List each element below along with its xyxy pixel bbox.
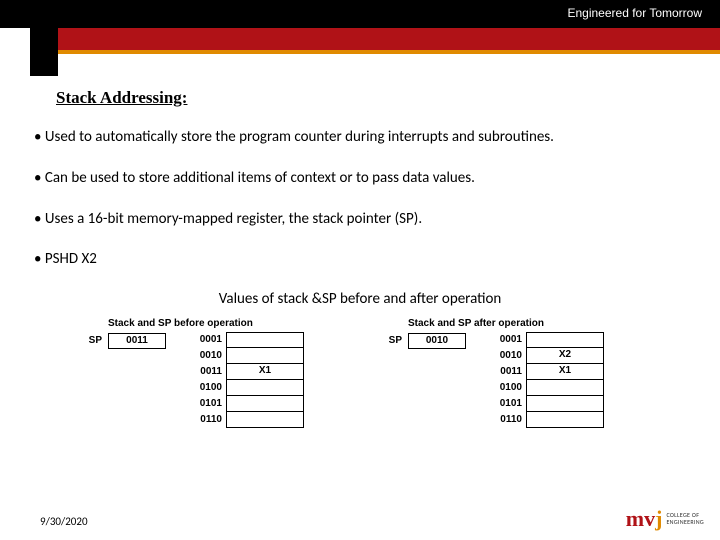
bullet-item: • Used to automatically store the progra… xyxy=(34,128,694,147)
mem-cell: X2 xyxy=(526,348,604,364)
after-side: Stack and SP after operation SP 0010 000… xyxy=(360,318,660,349)
bullet-item: • Uses a 16-bit memory-mapped register, … xyxy=(34,210,694,229)
after-title: Stack and SP after operation xyxy=(408,318,660,329)
memory-table-before: 0001 0010 0011X1 0100 0101 0110 xyxy=(190,332,304,428)
sp-box: 0010 xyxy=(408,333,466,349)
bullet-item: • Can be used to store additional items … xyxy=(34,169,694,188)
mem-cell xyxy=(526,412,604,428)
mem-cell xyxy=(226,412,304,428)
slide-date: 9/30/2020 xyxy=(40,515,88,528)
mem-cell xyxy=(226,332,304,348)
mem-cell xyxy=(226,380,304,396)
mem-addr: 0001 xyxy=(190,332,226,348)
header-red-bar xyxy=(30,28,720,50)
mem-cell xyxy=(526,332,604,348)
mem-addr: 0101 xyxy=(490,396,526,412)
mem-cell: X1 xyxy=(526,364,604,380)
slide-title: Stack Addressing: xyxy=(56,88,187,108)
logo-text: COLLEGE OFENGINEERING xyxy=(666,512,704,525)
mem-cell xyxy=(526,380,604,396)
mem-addr: 0010 xyxy=(490,348,526,364)
mem-addr: 0100 xyxy=(190,380,226,396)
mem-addr: 0100 xyxy=(490,380,526,396)
slide: Engineered for Tomorrow Stack Addressing… xyxy=(0,0,720,540)
logo: mvj COLLEGE OFENGINEERING xyxy=(626,506,704,532)
tagline: Engineered for Tomorrow xyxy=(567,6,702,20)
mem-cell: X1 xyxy=(226,364,304,380)
memory-table-after: 0001 0010X2 0011X1 0100 0101 0110 xyxy=(490,332,604,428)
header-orange-bar xyxy=(30,50,720,54)
bullet-list: • Used to automatically store the progra… xyxy=(34,128,694,291)
sp-label: SP xyxy=(360,333,408,346)
header-black-tab xyxy=(30,28,58,76)
mem-cell xyxy=(526,396,604,412)
mem-cell xyxy=(226,396,304,412)
sp-box: 0011 xyxy=(108,333,166,349)
before-side: Stack and SP before operation SP 0011 00… xyxy=(60,318,360,349)
bullet-item: • PSHD X2 xyxy=(34,250,694,269)
mem-addr: 0110 xyxy=(490,412,526,428)
diagram-caption: Values of stack &SP before and after ope… xyxy=(0,290,720,308)
mem-addr: 0001 xyxy=(490,332,526,348)
sp-label: SP xyxy=(60,333,108,346)
before-title: Stack and SP before operation xyxy=(108,318,360,329)
mem-addr: 0101 xyxy=(190,396,226,412)
mem-addr: 0010 xyxy=(190,348,226,364)
mem-cell xyxy=(226,348,304,364)
logo-mark: mvj xyxy=(626,506,663,532)
mem-addr: 0011 xyxy=(190,364,226,380)
mem-addr: 0110 xyxy=(190,412,226,428)
mem-addr: 0011 xyxy=(490,364,526,380)
